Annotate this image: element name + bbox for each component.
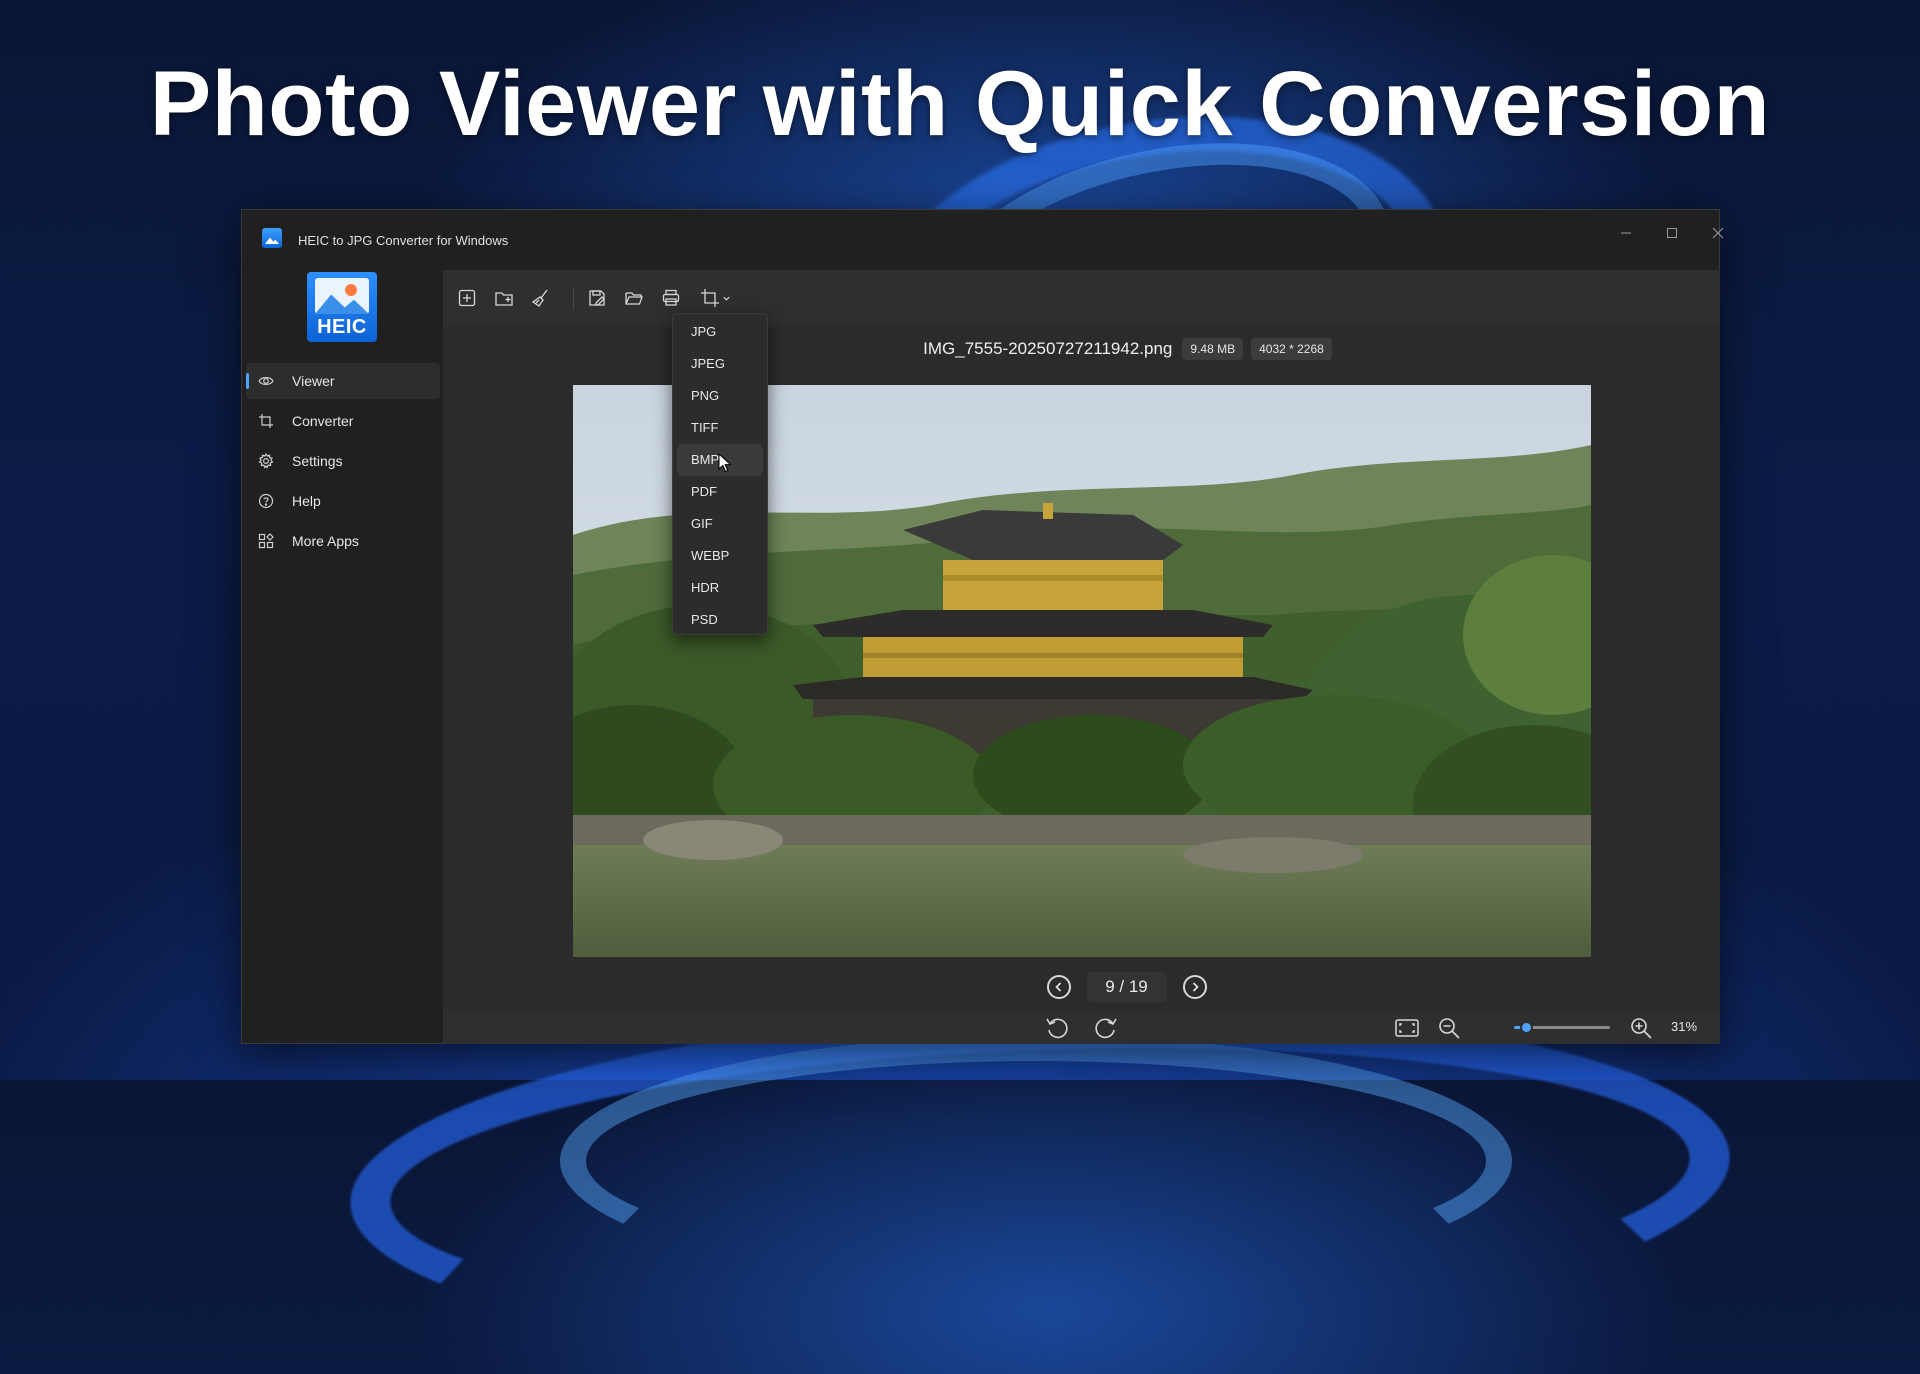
format-option-psd[interactable]: PSD [677,604,763,636]
format-option-jpeg[interactable]: JPEG [677,348,763,380]
sidebar-nav: Viewer Converter Settings Help More Apps [246,363,440,563]
crop-convert-icon [700,289,719,307]
app-window: HEIC to JPG Converter for Windows HEIC V… [241,209,1724,1044]
eye-icon [258,373,274,389]
minimize-icon [1621,232,1631,234]
sidebar-item-converter[interactable]: Converter [246,403,440,439]
zoom-out-icon [1439,1018,1460,1039]
print-button[interactable] [657,284,685,312]
fit-screen-button[interactable] [1392,1013,1422,1043]
sidebar-item-label: Converter [292,413,354,429]
print-icon [662,289,680,306]
file-info-bar: IMG_7555-20250727211942.png 9.48 MB 4032… [443,334,1720,364]
close-icon [1712,227,1724,239]
minimize-button[interactable] [1603,222,1649,246]
sidebar-item-label: Settings [292,453,343,469]
apps-icon [258,533,274,549]
help-icon [258,493,274,509]
save-as-icon [589,290,605,306]
rotate-right-button[interactable] [1091,1013,1121,1043]
add-file-button[interactable] [453,284,481,312]
add-folder-button[interactable] [490,284,518,312]
file-size-badge: 9.48 MB [1182,338,1244,360]
format-option-pdf[interactable]: PDF [677,476,763,508]
zoom-percent: 31% [1671,1019,1698,1034]
close-button[interactable] [1695,222,1741,246]
file-name: IMG_7555-20250727211942.png [923,339,1173,358]
add-file-icon [458,289,476,307]
window-title: HEIC to JPG Converter for Windows [298,233,509,248]
zoom-slider[interactable] [1514,1021,1610,1034]
page-indicator: 9 / 19 [1086,972,1167,1002]
zoom-in-icon [1631,1018,1652,1039]
bottom-toolbar: 31% [443,1010,1720,1044]
format-option-gif[interactable]: GIF [677,508,763,540]
fit-screen-icon [1395,1019,1419,1037]
gear-icon [258,453,274,469]
format-option-webp[interactable]: WEBP [677,540,763,572]
viewer-pane: IMG_7555-20250727211942.png 9.48 MB 4032… [443,270,1720,1044]
maximize-icon [1667,228,1677,238]
sidebar-item-help[interactable]: Help [246,483,440,519]
chevron-right-icon [1192,982,1199,992]
sidebar-item-viewer[interactable]: Viewer [246,363,440,399]
zoom-in-button[interactable] [1626,1013,1656,1043]
clear-button[interactable] [527,284,555,312]
format-dropdown-menu: JPG JPEG PNG TIFF BMP PDF GIF WEBP HDR P… [672,313,768,635]
convert-format-button[interactable] [696,284,734,312]
format-option-tiff[interactable]: TIFF [677,412,763,444]
crop-icon [258,413,274,429]
chevron-left-icon [1054,982,1061,992]
format-option-jpg[interactable]: JPG [677,316,763,348]
add-folder-icon [495,292,513,306]
pager: 9 / 19 [443,970,1720,1004]
title-bar[interactable]: HEIC to JPG Converter for Windows [242,210,1724,270]
toolbar [443,270,1720,326]
zoom-out-button[interactable] [1434,1013,1464,1043]
format-option-hdr[interactable]: HDR [677,572,763,604]
wallpaper-bloom [344,986,1736,1374]
logo-label: HEIC [317,316,367,338]
rotate-left-icon [1046,1018,1068,1039]
zoom-slider-thumb[interactable] [1519,1021,1533,1034]
app-icon [262,228,282,248]
rotate-left-button[interactable] [1042,1013,1072,1043]
logo-picture-icon [315,278,369,314]
open-folder-icon [625,292,643,305]
toolbar-divider [573,288,574,310]
save-as-button[interactable] [583,284,611,312]
next-image-button[interactable] [1182,975,1207,999]
open-folder-button[interactable] [620,284,648,312]
image-dimensions-badge: 4032 * 2268 [1251,338,1332,360]
chevron-down-icon [722,296,730,301]
sidebar-item-settings[interactable]: Settings [246,443,440,479]
promo-headline: Photo Viewer with Quick Conversion [149,53,1771,155]
rotate-right-icon [1095,1018,1117,1039]
sidebar-item-label: More Apps [292,533,359,549]
sidebar-item-label: Viewer [292,373,335,389]
mouse-cursor-icon [718,453,732,473]
wallpaper-bloom [560,1035,1512,1287]
maximize-button[interactable] [1649,222,1695,246]
format-option-png[interactable]: PNG [677,380,763,412]
clear-brush-icon [531,289,548,307]
app-logo: HEIC [307,272,377,342]
sidebar-item-label: Help [292,493,321,509]
previous-image-button[interactable] [1046,975,1071,999]
sidebar-item-more-apps[interactable]: More Apps [246,523,440,559]
